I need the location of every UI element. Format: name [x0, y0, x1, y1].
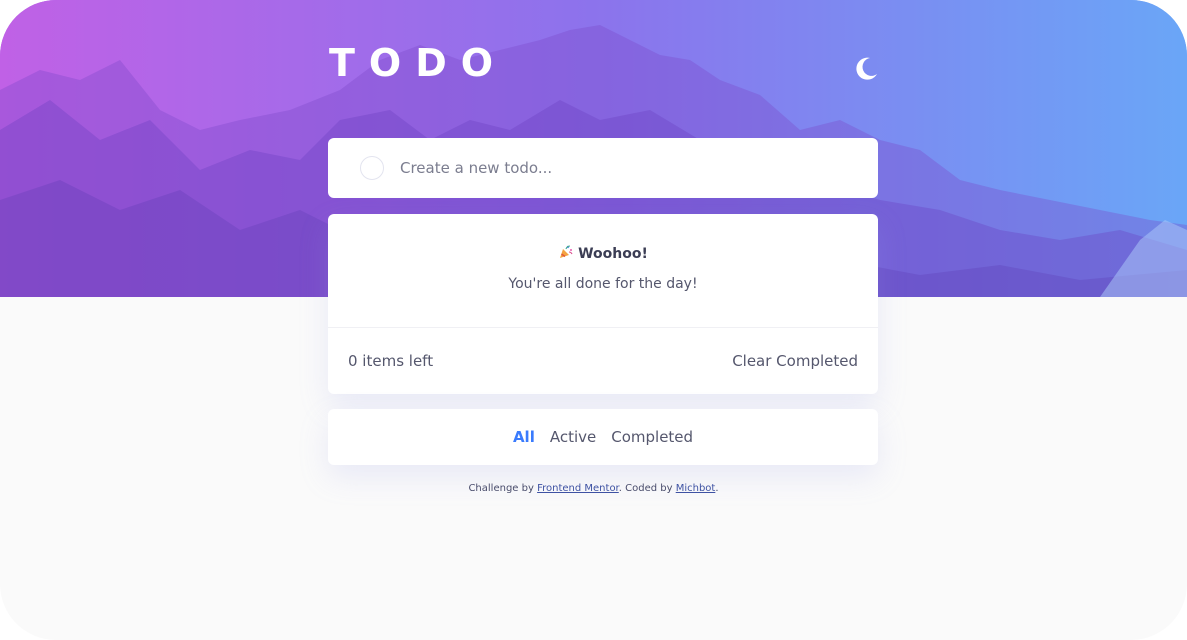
theme-toggle-button[interactable]: [850, 54, 880, 84]
moon-icon: [856, 57, 877, 80]
empty-state-message: You're all done for the day!: [508, 276, 698, 292]
attribution-suffix: .: [715, 483, 719, 494]
empty-state: Woohoo! You're all done for the day!: [328, 214, 878, 327]
filter-completed[interactable]: Completed: [611, 428, 693, 446]
attribution: Challenge by Frontend Mentor. Coded by M…: [0, 483, 1187, 494]
empty-state-title: Woohoo!: [578, 246, 648, 262]
filter-bar: All Active Completed: [328, 409, 878, 465]
clear-completed-button[interactable]: Clear Completed: [732, 352, 858, 370]
new-todo-input[interactable]: [400, 159, 820, 177]
new-todo-form: [328, 138, 878, 198]
attribution-middle: . Coded by: [618, 483, 673, 494]
app-title: TODO: [329, 41, 508, 85]
filter-all[interactable]: All: [513, 428, 535, 446]
empty-state-title-row: Woohoo!: [328, 244, 878, 262]
app-window: TODO Woohoo! You're all done for the day…: [0, 0, 1187, 640]
party-popper-icon: [560, 245, 573, 258]
frontend-mentor-link[interactable]: Frontend Mentor: [537, 483, 619, 494]
list-footer: 0 items left Clear Completed: [328, 327, 878, 394]
filter-active[interactable]: Active: [550, 428, 596, 446]
michbot-link[interactable]: Michbot: [676, 483, 716, 494]
items-left-count: 0 items left: [348, 352, 434, 370]
attribution-prefix: Challenge by: [468, 483, 534, 494]
new-todo-check-circle[interactable]: [360, 156, 384, 180]
todo-list: Woohoo! You're all done for the day! 0 i…: [328, 214, 878, 394]
